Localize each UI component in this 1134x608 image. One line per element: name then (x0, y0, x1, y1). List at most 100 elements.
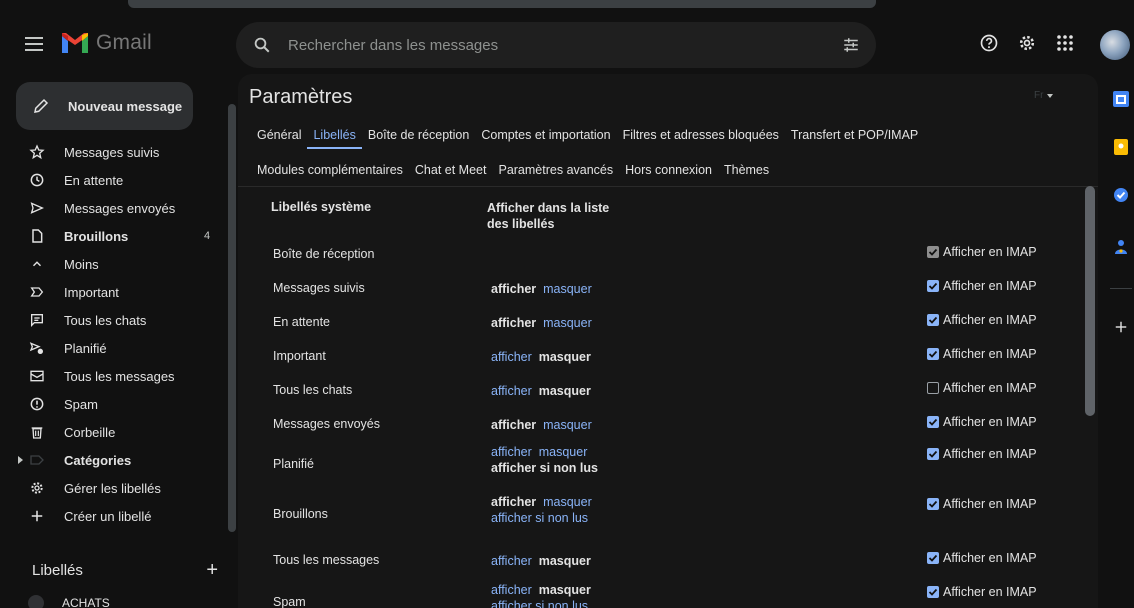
sidebar-item-manage-labels[interactable]: Gérer les libellés (0, 474, 224, 502)
sidebar-item-categories[interactable]: Catégories (0, 446, 224, 474)
imap-checkbox[interactable]: Afficher en IMAP (927, 415, 1037, 429)
help-icon[interactable] (978, 32, 1000, 54)
checkbox-checked-icon[interactable] (927, 348, 939, 360)
search-input[interactable] (288, 36, 826, 54)
show-if-unread-option-selected[interactable]: afficher si non lus (491, 461, 598, 475)
hide-link[interactable]: masquer (543, 418, 592, 432)
gear-icon[interactable] (1016, 32, 1038, 54)
checkbox-checked-icon[interactable] (927, 586, 939, 598)
search-options-icon[interactable] (826, 36, 876, 54)
keep-icon[interactable] (1112, 138, 1130, 156)
imap-checkbox[interactable]: Afficher en IMAP (927, 551, 1037, 565)
sidebar-item-label: Gérer les libellés (64, 480, 161, 496)
imap-checkbox[interactable]: Afficher en IMAP (927, 313, 1037, 327)
sidebar-scrollbar[interactable] (228, 104, 236, 532)
checkbox-checked-icon[interactable] (927, 314, 939, 326)
language-picker[interactable]: Fr (1034, 90, 1054, 101)
imap-checkbox[interactable]: Afficher en IMAP (927, 497, 1037, 511)
show-option-selected[interactable]: afficher (491, 495, 536, 509)
calendar-icon[interactable] (1112, 90, 1130, 108)
hide-option-selected[interactable]: masquer (539, 350, 591, 364)
tab-themes[interactable]: Thèmes (724, 163, 769, 179)
tab-general[interactable]: Général (257, 128, 301, 144)
show-option-selected[interactable]: afficher (491, 316, 536, 330)
checkbox-checked-icon[interactable] (927, 246, 939, 258)
imap-checkbox[interactable]: Afficher en IMAP (927, 347, 1037, 361)
show-link[interactable]: afficher (491, 384, 532, 398)
sidebar-item-create-label[interactable]: Créer un libellé (0, 502, 224, 530)
imap-checkbox[interactable]: Afficher en IMAP (927, 245, 1037, 259)
expand-caret-icon[interactable] (18, 456, 23, 464)
imap-label: Afficher en IMAP (943, 447, 1037, 461)
tab-addons[interactable]: Modules complémentaires (257, 163, 403, 179)
show-option-selected[interactable]: afficher (491, 282, 536, 296)
hide-link[interactable]: masquer (543, 282, 592, 296)
tab-offline[interactable]: Hors connexion (625, 163, 712, 179)
settings-scrollbar[interactable] (1085, 186, 1095, 416)
sidebar-item-all-mail[interactable]: Tous les messages (0, 362, 224, 390)
sidebar-item-spam[interactable]: Spam (0, 390, 224, 418)
header: Gmail (0, 10, 1134, 76)
hide-link[interactable]: masquer (543, 316, 592, 330)
header-actions (978, 32, 1076, 54)
gmail-logo[interactable]: Gmail (62, 28, 152, 58)
checkbox-unchecked-icon[interactable] (927, 382, 939, 394)
add-label-icon[interactable]: + (206, 559, 218, 582)
account-avatar[interactable] (1100, 30, 1130, 60)
imap-checkbox[interactable]: Afficher en IMAP (927, 447, 1037, 461)
imap-label: Afficher en IMAP (943, 313, 1037, 327)
tab-accounts-import[interactable]: Comptes et importation (481, 128, 610, 144)
sidebar-item-sent[interactable]: Messages envoyés (0, 194, 224, 222)
show-option-selected[interactable]: afficher (491, 418, 536, 432)
plus-icon[interactable] (1112, 318, 1130, 336)
sidebar-item-chats[interactable]: Tous les chats (0, 306, 224, 334)
sidebar-item-drafts[interactable]: Brouillons 4 (0, 222, 224, 250)
hide-link[interactable]: masquer (539, 445, 588, 459)
checkbox-checked-icon[interactable] (927, 552, 939, 564)
tasks-icon[interactable] (1112, 186, 1130, 204)
contacts-icon[interactable] (1112, 238, 1130, 256)
tab-labels[interactable]: Libellés (307, 128, 363, 149)
sidebar-item-trash[interactable]: Corbeille (0, 418, 224, 446)
sidebar-item-scheduled[interactable]: Planifié (0, 334, 224, 362)
label-row-name: Important (273, 349, 326, 363)
compose-button[interactable]: Nouveau message (16, 82, 193, 130)
sidebar-item-starred[interactable]: Messages suivis (0, 138, 224, 166)
checkbox-checked-icon[interactable] (927, 280, 939, 292)
checkbox-checked-icon[interactable] (927, 498, 939, 510)
show-link[interactable]: afficher (491, 583, 532, 597)
tab-inbox[interactable]: Boîte de réception (368, 128, 469, 144)
settings-tabs-row-2: Modules complémentaires Chat et Meet Par… (257, 159, 781, 183)
hide-link[interactable]: masquer (543, 495, 592, 509)
hide-option-selected[interactable]: masquer (539, 554, 591, 568)
tab-strip (128, 0, 876, 8)
checkbox-checked-icon[interactable] (927, 416, 939, 428)
apps-grid-icon[interactable] (1054, 32, 1076, 54)
show-link[interactable]: afficher (491, 445, 532, 459)
show-link[interactable]: afficher (491, 350, 532, 364)
main-menu-icon[interactable] (22, 32, 46, 56)
hide-option-selected[interactable]: masquer (539, 384, 591, 398)
sidebar-item-important[interactable]: Important (0, 278, 224, 306)
hide-option-selected[interactable]: masquer (539, 583, 591, 597)
sidebar-item-less[interactable]: Moins (0, 250, 224, 278)
imap-checkbox[interactable]: Afficher en IMAP (927, 585, 1037, 599)
label-row-name: Tous les messages (273, 553, 380, 567)
sidebar-label-item[interactable]: ACHATS (28, 592, 110, 608)
tab-filters[interactable]: Filtres et adresses bloquées (623, 128, 779, 144)
imap-checkbox[interactable]: Afficher en IMAP (927, 381, 1037, 395)
label-row: Spam afficher masquer afficher si non lus A… (273, 582, 1063, 608)
tab-chat-meet[interactable]: Chat et Meet (415, 163, 487, 179)
sidebar-item-snoozed[interactable]: En attente (0, 166, 224, 194)
imap-label: Afficher en IMAP (943, 415, 1037, 429)
label-row-name: Messages suivis (273, 281, 365, 295)
show-if-unread-link[interactable]: afficher si non lus (491, 511, 588, 525)
tab-advanced[interactable]: Paramètres avancés (498, 163, 613, 179)
search-icon[interactable] (236, 36, 288, 54)
show-if-unread-link[interactable]: afficher si non lus (491, 599, 588, 608)
show-link[interactable]: afficher (491, 554, 532, 568)
tab-forwarding-pop-imap[interactable]: Transfert et POP/IMAP (791, 128, 918, 144)
imap-checkbox[interactable]: Afficher en IMAP (927, 279, 1037, 293)
checkbox-checked-icon[interactable] (927, 448, 939, 460)
sidebar-item-label: Important (64, 284, 119, 300)
